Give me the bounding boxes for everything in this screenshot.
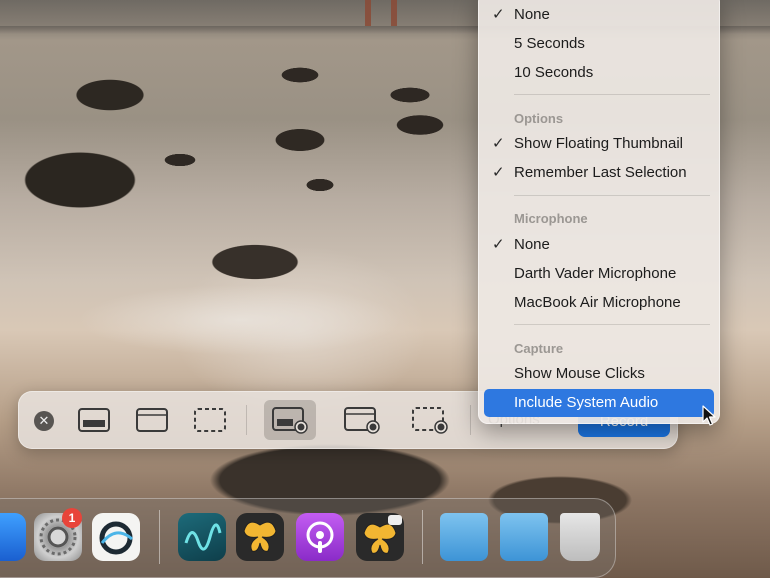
toolbar-divider xyxy=(246,405,247,435)
bridge-silhouette xyxy=(365,0,399,26)
menu-item-include-system-audio[interactable]: Include System Audio xyxy=(484,389,714,417)
trash-icon[interactable] xyxy=(560,513,600,561)
menu-item-label: 10 Seconds xyxy=(514,64,594,81)
checkmark-icon: ✓ xyxy=(492,236,505,253)
menu-item-label: Show Floating Thumbnail xyxy=(514,135,683,152)
menu-item-label: MacBook Air Microphone xyxy=(514,294,681,311)
butterfly-icon xyxy=(363,515,402,554)
checkmark-icon: ✓ xyxy=(492,135,505,152)
menu-item-show-mouse-clicks[interactable]: Show Mouse Clicks xyxy=(484,361,714,387)
arc-logo-icon xyxy=(99,521,133,555)
menu-item-timer-none[interactable]: ✓ None xyxy=(484,2,714,28)
menu-section-capture-header: Capture xyxy=(514,341,564,356)
record-selection-window-button[interactable] xyxy=(338,403,386,437)
tes-butterfly-app-icon[interactable] xyxy=(236,513,284,561)
menu-item-show-floating-thumbnail[interactable]: ✓ Show Floating Thumbnail xyxy=(484,131,714,157)
record-window-icon xyxy=(344,407,380,434)
menu-item-label: Darth Vader Microphone xyxy=(514,265,677,282)
menu-item-label: Remember Last Selection xyxy=(514,164,687,181)
menu-item-macbook-air-microphone[interactable]: MacBook Air Microphone xyxy=(484,290,714,316)
menu-item-darth-vader-microphone[interactable]: Darth Vader Microphone xyxy=(484,261,714,287)
dock-divider xyxy=(422,510,423,564)
record-screen-icon xyxy=(272,407,308,434)
selection-icon xyxy=(194,408,226,432)
dock-divider xyxy=(159,510,160,564)
record-selection-icon xyxy=(412,407,448,434)
menu-item-timer-10-seconds[interactable]: 10 Seconds xyxy=(484,60,714,86)
record-selected-portion-button[interactable] xyxy=(406,403,454,437)
notification-badge: 1 xyxy=(62,508,82,528)
toolbar-divider xyxy=(470,405,471,435)
menu-separator xyxy=(514,324,710,325)
tes-butterfly-beta-app-icon[interactable] xyxy=(356,513,404,561)
capture-window-button[interactable] xyxy=(132,403,172,437)
menu-item-remember-last-selection[interactable]: ✓ Remember Last Selection xyxy=(484,160,714,186)
close-toolbar-button[interactable]: ✕ xyxy=(34,411,54,431)
capture-entire-screen-button[interactable] xyxy=(74,403,114,437)
capture-selection-button[interactable] xyxy=(190,403,230,437)
squiggle-icon xyxy=(184,523,222,551)
menu-item-label: 5 Seconds xyxy=(514,35,585,52)
menu-separator xyxy=(514,94,710,95)
downloads-folder-icon[interactable] xyxy=(500,513,548,561)
menu-item-timer-5-seconds[interactable]: 5 Seconds xyxy=(484,31,714,57)
menu-item-label: Show Mouse Clicks xyxy=(514,365,645,382)
butterfly-icon xyxy=(243,521,277,552)
menu-section-microphone-header: Microphone xyxy=(514,211,588,226)
freeform-app-icon[interactable] xyxy=(178,513,226,561)
menu-item-label: None xyxy=(514,6,550,23)
podcast-microphone-icon xyxy=(306,521,334,553)
menu-section-options-header: Options xyxy=(514,111,564,126)
window-icon xyxy=(136,408,168,432)
podcasts-icon[interactable] xyxy=(296,513,344,561)
entire-screen-icon xyxy=(78,408,110,432)
mouse-pointer-icon xyxy=(702,405,716,426)
checkmark-icon: ✓ xyxy=(492,164,505,181)
menu-item-microphone-none[interactable]: ✓ None xyxy=(484,232,714,258)
folder-icon[interactable] xyxy=(440,513,488,561)
surf-foam xyxy=(0,280,480,370)
arc-browser-icon[interactable] xyxy=(92,513,140,561)
options-menu: ✓ None 5 Seconds 10 Seconds Options ✓ Sh… xyxy=(478,0,720,424)
menu-item-label: None xyxy=(514,236,550,253)
record-entire-screen-button[interactable] xyxy=(264,400,316,440)
checkmark-icon: ✓ xyxy=(492,6,505,23)
menu-item-label: Include System Audio xyxy=(514,394,659,411)
menu-separator xyxy=(514,195,710,196)
app-store-icon[interactable] xyxy=(0,513,26,561)
